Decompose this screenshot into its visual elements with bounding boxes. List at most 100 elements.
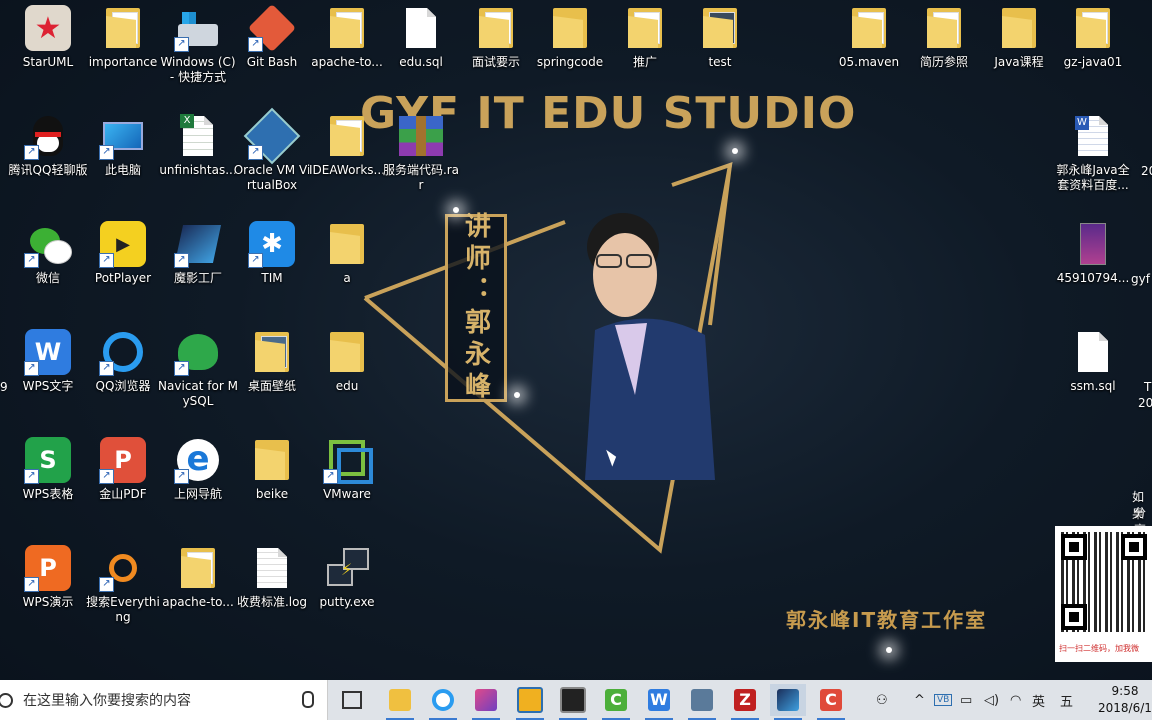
desktop-icon-gz-java01[interactable]: gz-java01 — [1055, 4, 1131, 70]
task-view-button[interactable] — [334, 684, 370, 716]
taskbar-filezilla[interactable]: Z — [727, 684, 763, 720]
desktop-icon-potplayer[interactable]: ▶ ↗ PotPlayer — [85, 220, 161, 286]
qr-finder — [1061, 604, 1087, 630]
taskbar-network-app[interactable] — [684, 684, 720, 720]
lecturer-badge: 讲师：郭永峰 — [445, 212, 507, 404]
desktop-icon-windows-c[interactable]: ↗ Windows (C) - 快捷方式 — [160, 4, 236, 85]
partial-icon-label-gyf[interactable]: gyf — [1131, 272, 1150, 286]
clock-date: 2018/6/13 — [1098, 701, 1152, 715]
chevron-up-icon[interactable]: ^ — [914, 680, 925, 720]
shortcut-arrow-icon: ↗ — [24, 145, 39, 160]
battery-icon[interactable]: ▭ — [960, 680, 972, 720]
desktop-icon-navicat[interactable]: ↗ Navicat for MySQL — [158, 328, 238, 409]
taskbar-camtasia-recorder[interactable]: C — [813, 684, 849, 720]
taskbar-moying[interactable] — [770, 684, 806, 720]
desktop-icon-image-4591[interactable]: 45910794... — [1055, 220, 1131, 286]
desktop-icon-java-course[interactable]: Java课程 — [981, 4, 1057, 70]
microphone-icon[interactable] — [302, 691, 314, 708]
folder-icon — [323, 220, 371, 268]
desktop-icon-web-nav[interactable]: e ↗ 上网导航 — [160, 436, 236, 502]
desktop-icon-wallpapers[interactable]: 桌面壁纸 — [234, 328, 310, 394]
desktop-icon-qq[interactable]: ↗ 腾讯QQ轻聊版 — [9, 112, 87, 178]
volume-icon[interactable]: ◁) — [984, 680, 999, 720]
file-icon — [397, 4, 445, 52]
wifi-icon[interactable]: ◠ — [1010, 680, 1021, 720]
potplayer-icon: ▶ ↗ — [99, 220, 147, 268]
desktop-icon-resume[interactable]: 简历参照 — [906, 4, 982, 70]
desktop-icon-folder-a[interactable]: a — [309, 220, 385, 286]
desktop-icon-everything[interactable]: ↗ 搜索Everything — [85, 544, 161, 625]
desktop-icon-putty[interactable]: ⚡ putty.exe — [309, 544, 385, 610]
desktop-icon-vmware[interactable]: ↗ VMware — [309, 436, 385, 502]
taskbar-intellij[interactable] — [468, 684, 504, 720]
desktop-icon-maven[interactable]: 05.maven — [831, 4, 907, 70]
desktop-icon-importance[interactable]: importance — [85, 4, 161, 70]
partial-icon-label[interactable]: 20 — [1138, 396, 1152, 410]
desktop-icon-springcode[interactable]: springcode — [532, 4, 608, 70]
desktop-icon-server-rar[interactable]: 服务端代码.rar — [383, 112, 459, 193]
taskbar-terminal[interactable] — [555, 684, 591, 720]
desktop-icon-this-pc[interactable]: ↗ 此电脑 — [85, 112, 161, 178]
desktop-icon-apache-tomcat[interactable]: apache-to... — [309, 4, 385, 70]
desktop-icon-edu[interactable]: edu — [309, 328, 385, 394]
moying-icon: ↗ — [174, 220, 222, 268]
wps-writer-icon: W ↗ — [24, 328, 72, 376]
shortcut-arrow-icon: ↗ — [99, 361, 114, 376]
ime-language[interactable]: 英 — [1032, 680, 1045, 720]
taskbar-qq-browser[interactable] — [425, 684, 461, 720]
wechat-icon: ↗ — [24, 220, 72, 268]
task-view-icon — [342, 691, 362, 709]
desktop-icon-wps-writer[interactable]: W ↗ WPS文字 — [10, 328, 86, 394]
desktop-icon-qq-browser[interactable]: ↗ QQ浏览器 — [85, 328, 161, 394]
desktop-icon-beike[interactable]: beike — [234, 436, 310, 502]
folder-icon — [323, 4, 371, 52]
desktop-icon-virtualbox[interactable]: ↗ Oracle VM VirtualBox — [234, 107, 310, 193]
desktop-icon-ideaworkspace[interactable]: IDEAWorks... — [309, 112, 385, 178]
desktop-icon-wps-sheet[interactable]: S ↗ WPS表格 — [10, 436, 86, 502]
desktop-icon-tim[interactable]: ✱ ↗ TIM — [234, 220, 310, 286]
taskbar-search[interactable]: 在这里输入你要搜索的内容 — [0, 680, 328, 720]
qr-finder — [1061, 534, 1087, 560]
qr-code-panel: 扫一扫二维码，加我微 — [1055, 526, 1152, 662]
taskbar-file-explorer[interactable] — [382, 684, 418, 720]
file-icon — [1069, 328, 1117, 376]
ime-mode[interactable]: 五 — [1060, 680, 1073, 720]
sparkle — [886, 647, 892, 653]
shortcut-arrow-icon: ↗ — [248, 37, 263, 52]
partial-icon-label[interactable]: 20 — [1141, 164, 1152, 178]
folder-icon — [995, 4, 1043, 52]
taskbar-camtasia[interactable]: C — [598, 684, 634, 720]
desktop-icon-moying[interactable]: ↗ 魔影工厂 — [160, 220, 236, 286]
partial-icon-label[interactable]: 9 — [0, 380, 8, 394]
desktop-icon-fee-log[interactable]: 收费标准.log — [234, 544, 310, 610]
partial-icon-label[interactable]: T — [1144, 380, 1151, 394]
desktop-icon-java-baidu-doc[interactable]: W 郭永峰Java全套资料百度... — [1055, 112, 1131, 193]
git-icon: ↗ — [247, 3, 297, 53]
staruml-icon: ★ — [24, 4, 72, 52]
desktop-icon-apache-tomcat-2[interactable]: apache-to... — [160, 544, 236, 610]
desktop-icon-git-bash[interactable]: ↗ Git Bash — [234, 3, 310, 70]
desktop-icon-wechat[interactable]: ↗ 微信 — [10, 220, 86, 286]
desktop-icon-wps-present[interactable]: P ↗ WPS演示 — [10, 544, 86, 610]
shortcut-arrow-icon: ↗ — [99, 253, 114, 268]
virtualbox-icon: ↗ — [243, 107, 301, 165]
taskbar-wps[interactable]: W — [641, 684, 677, 720]
desktop-icon-unfinishtask[interactable]: X unfinishtas... — [159, 112, 237, 178]
desktop-icon-edu-sql[interactable]: edu.sql — [383, 4, 459, 70]
desktop-icon-staruml[interactable]: ★ StarUML — [10, 4, 86, 70]
search-icon — [0, 692, 13, 708]
image-icon — [1069, 220, 1117, 268]
word-icon: W — [1069, 112, 1117, 160]
desktop-icon-ssm-sql[interactable]: ssm.sql — [1055, 328, 1131, 394]
file-icon — [248, 544, 296, 592]
taskbar-clock[interactable]: 9:58 2018/6/13 — [1098, 683, 1152, 717]
desktop-icon-test[interactable]: test — [682, 4, 758, 70]
tray-vb-badge[interactable]: VB — [934, 680, 953, 720]
taskbar-virtualbox[interactable] — [512, 684, 548, 720]
desktop-icon-interview[interactable]: 面试要示 — [458, 4, 534, 70]
people-icon[interactable]: ⚇ — [876, 680, 888, 720]
desktop-icon-kingsoft-pdf[interactable]: P ↗ 金山PDF — [85, 436, 161, 502]
shortcut-arrow-icon: ↗ — [24, 253, 39, 268]
folder-icon — [546, 4, 594, 52]
desktop-icon-promotion[interactable]: 推广 — [607, 4, 683, 70]
